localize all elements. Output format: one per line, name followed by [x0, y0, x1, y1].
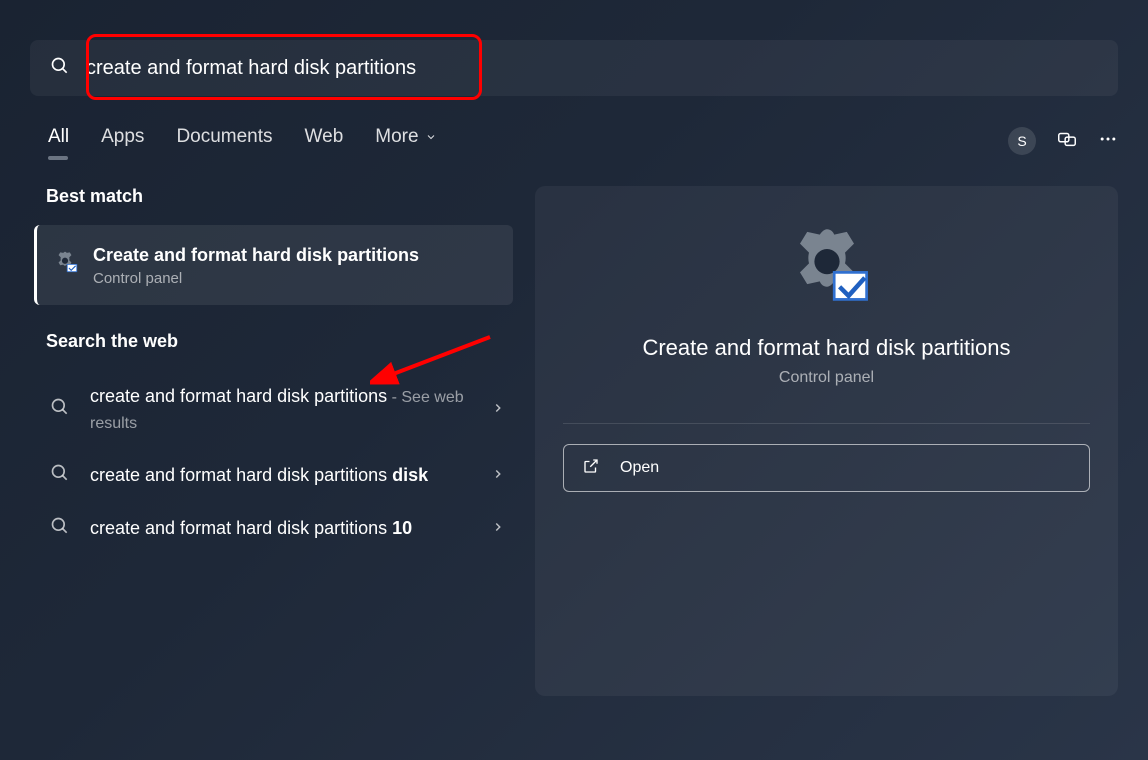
- tab-more[interactable]: More: [375, 126, 436, 156]
- gear-icon: [782, 222, 872, 317]
- best-match-heading: Best match: [46, 186, 513, 207]
- search-bar[interactable]: [30, 40, 1118, 96]
- search-icon: [50, 397, 70, 422]
- web-result-text: create and format hard disk partitions d…: [90, 463, 471, 488]
- chevron-right-icon: [491, 399, 505, 420]
- best-match-subtitle: Control panel: [93, 270, 499, 287]
- open-button-label: Open: [620, 459, 659, 477]
- search-icon: [50, 56, 70, 81]
- detail-title: Create and format hard disk partitions: [563, 335, 1090, 361]
- divider: [563, 423, 1090, 424]
- tab-more-label: More: [375, 126, 418, 148]
- web-result[interactable]: create and format hard disk partitions 1…: [46, 502, 513, 555]
- search-icon: [50, 463, 70, 488]
- filter-tabs: All Apps Documents Web More: [48, 126, 437, 156]
- search-icon: [50, 516, 70, 541]
- tab-all[interactable]: All: [48, 126, 69, 156]
- web-result[interactable]: create and format hard disk partitions -…: [46, 370, 513, 449]
- chat-icon[interactable]: [1056, 128, 1078, 155]
- open-external-icon: [582, 457, 600, 480]
- chevron-right-icon: [491, 518, 505, 539]
- user-avatar[interactable]: S: [1008, 127, 1036, 155]
- more-options-icon[interactable]: [1098, 129, 1118, 154]
- chevron-right-icon: [491, 465, 505, 486]
- detail-panel: Create and format hard disk partitions C…: [535, 186, 1118, 696]
- web-result[interactable]: create and format hard disk partitions d…: [46, 449, 513, 502]
- tab-documents[interactable]: Documents: [176, 126, 272, 156]
- detail-subtitle: Control panel: [563, 369, 1090, 387]
- best-match-title: Create and format hard disk partitions: [93, 243, 499, 268]
- gear-icon: [51, 249, 79, 282]
- search-web-heading: Search the web: [46, 331, 513, 352]
- open-button[interactable]: Open: [563, 444, 1090, 492]
- search-input[interactable]: [86, 57, 1098, 80]
- tab-apps[interactable]: Apps: [101, 126, 144, 156]
- best-match-result[interactable]: Create and format hard disk partitions C…: [34, 225, 513, 305]
- web-result-text: create and format hard disk partitions 1…: [90, 516, 471, 541]
- web-result-text: create and format hard disk partitions -…: [90, 384, 471, 435]
- chevron-down-icon: [425, 131, 437, 143]
- tab-web[interactable]: Web: [305, 126, 344, 156]
